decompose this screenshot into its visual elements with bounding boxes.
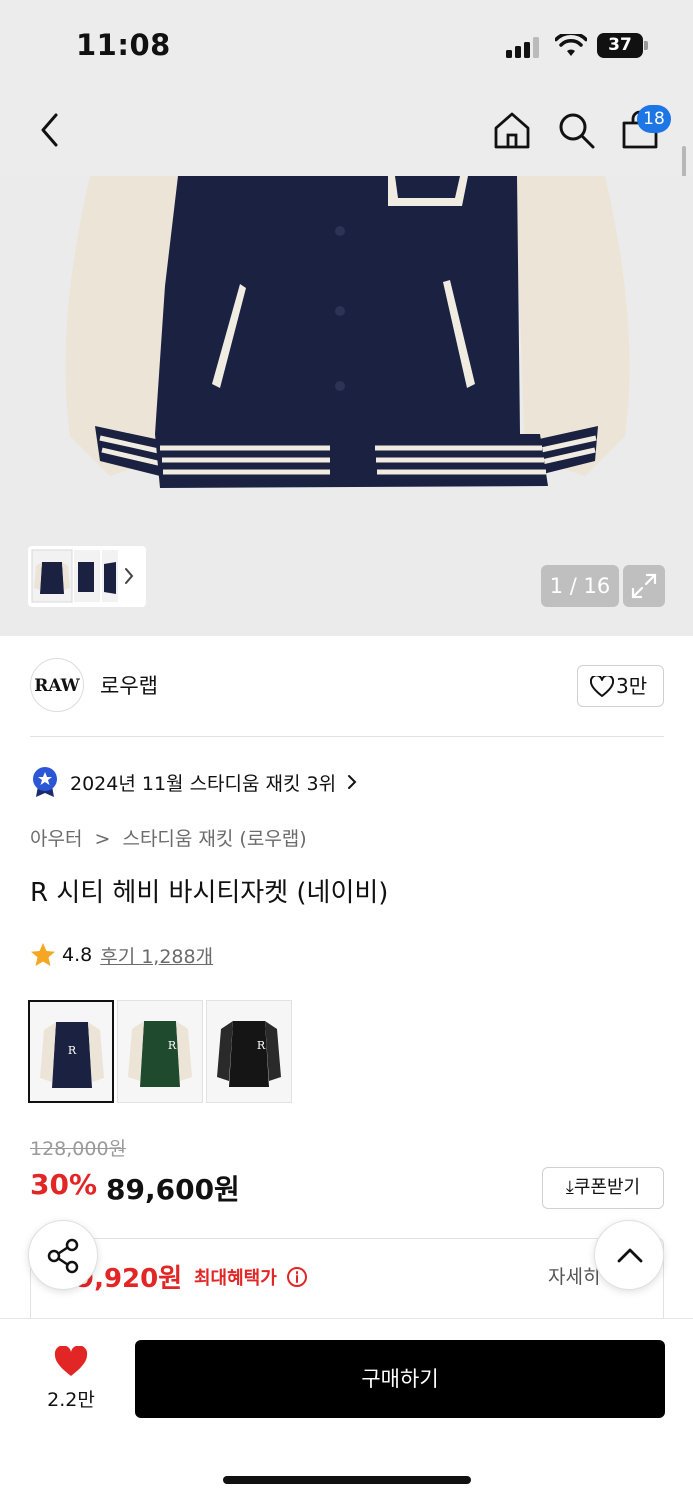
max-benefit-label-text: 최대혜택가: [194, 1268, 277, 1289]
chevron-up-icon: [617, 1248, 643, 1263]
wishlist-count: 2.2만: [47, 1389, 95, 1411]
ranking-link[interactable]: 2024년 11월 스타디움 재킷 3위: [30, 766, 362, 798]
battery-icon: 37: [597, 33, 643, 58]
brand-like-count: 3만: [616, 674, 648, 698]
status-time: 11:08: [76, 28, 171, 62]
coupon-label: 쿠폰받기: [573, 1177, 641, 1198]
cart-count-badge: 18: [637, 105, 671, 133]
sale-price: 89,600원: [106, 1173, 240, 1206]
rating-row: 4.8 후기 1,288개: [30, 940, 213, 970]
image-pager: 1 / 16: [541, 565, 619, 607]
coupon-button[interactable]: ⤓쿠폰받기: [542, 1167, 664, 1209]
search-icon[interactable]: [556, 110, 596, 150]
download-icon: ⤓: [565, 1177, 574, 1198]
brand-name[interactable]: 로우랩: [100, 670, 158, 700]
original-price: 128,000원: [30, 1138, 127, 1160]
home-indicator: [223, 1476, 471, 1484]
cellular-signal-icon: [506, 36, 542, 58]
share-icon: [47, 1238, 79, 1274]
expand-icon[interactable]: [623, 565, 665, 607]
navy-jacket-thumbnail: R: [40, 1022, 104, 1088]
svg-text:R: R: [68, 1044, 77, 1057]
review-count-link[interactable]: 후기 1,288개: [100, 942, 213, 969]
thumbnail-images: [31, 549, 134, 603]
brand-logo[interactable]: RAW: [30, 658, 84, 712]
scroll-top-button[interactable]: [594, 1220, 664, 1290]
breadcrumb-separator: >: [94, 828, 111, 850]
wishlist-heart-icon[interactable]: [53, 1346, 89, 1378]
color-option-black[interactable]: R: [206, 1000, 292, 1103]
svg-text:R: R: [257, 1039, 266, 1052]
rank-medal-icon: [33, 767, 57, 797]
product-title: R 시티 헤비 바시티자켓 (네이비): [30, 878, 389, 908]
buy-button[interactable]: 구매하기: [135, 1340, 665, 1418]
ranking-text: 2024년 11월 스타디움 재킷 3위: [70, 772, 337, 795]
breadcrumb-category[interactable]: 아우터: [30, 828, 82, 850]
black-jacket-thumbnail: R: [217, 1021, 281, 1087]
discount-rate: 30%: [30, 1168, 98, 1201]
battery-cap: [644, 41, 648, 50]
heart-outline-icon: [590, 676, 614, 697]
color-option-navy[interactable]: R: [28, 1000, 114, 1103]
back-arrow-icon[interactable]: [36, 112, 64, 148]
brand-like-button[interactable]: 3만: [577, 665, 664, 707]
detail-link[interactable]: 자세히: [548, 1262, 600, 1289]
chevron-right-icon: [348, 775, 357, 789]
home-icon[interactable]: [492, 110, 532, 150]
breadcrumb-subcategory[interactable]: 스타디움 재킷 (로우랩): [122, 828, 306, 850]
info-icon[interactable]: [286, 1266, 308, 1288]
star-icon: [31, 943, 55, 966]
wifi-icon: [555, 34, 587, 56]
share-button[interactable]: [28, 1220, 98, 1290]
green-jacket-thumbnail: R: [128, 1021, 192, 1087]
status-bar: 11:08 37: [0, 0, 693, 90]
svg-text:R: R: [168, 1039, 177, 1052]
breadcrumb: 아우터 > 스타디움 재킷 (로우랩): [30, 824, 307, 851]
rating-score: 4.8: [62, 944, 93, 966]
image-thumbnail-strip[interactable]: [28, 546, 146, 607]
divider: [30, 736, 664, 737]
max-benefit-label: 최대혜택가: [194, 1264, 308, 1290]
color-option-green[interactable]: R: [117, 1000, 203, 1103]
